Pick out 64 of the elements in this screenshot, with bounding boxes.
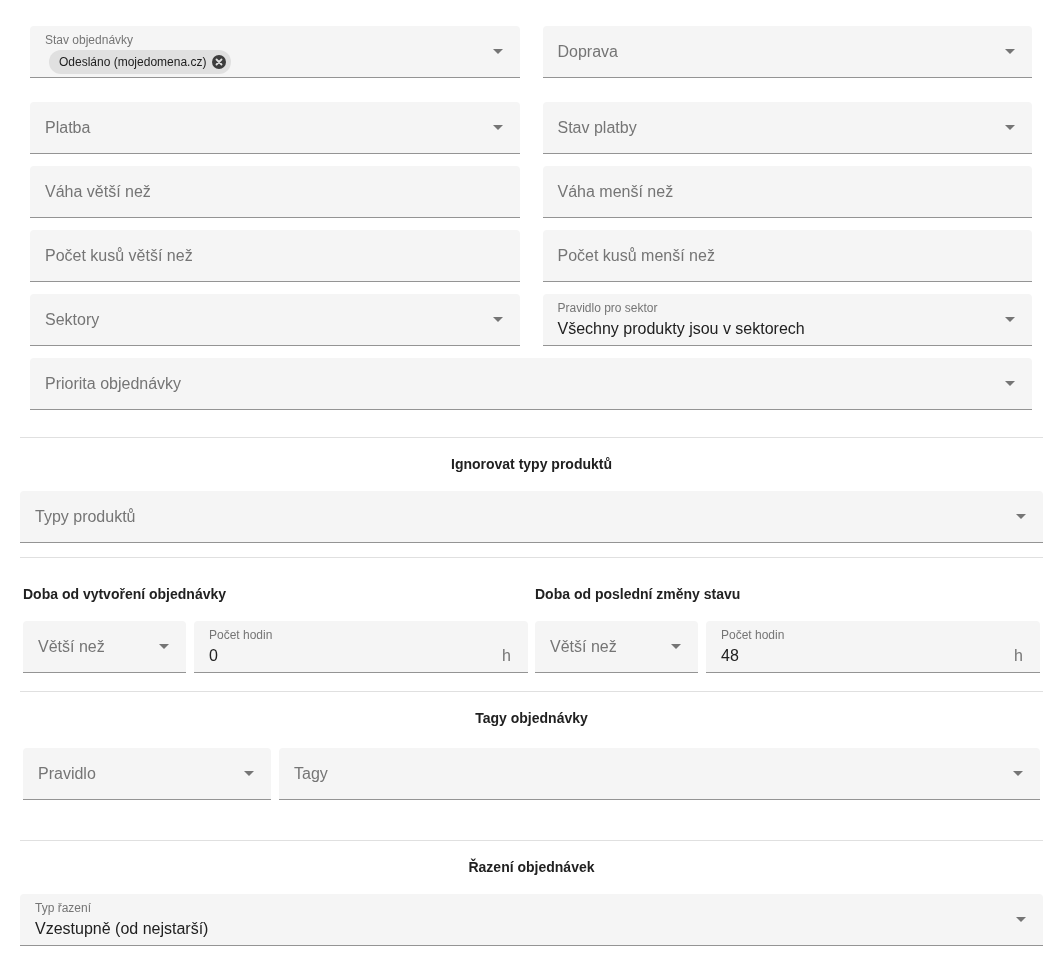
- close-icon[interactable]: [212, 55, 227, 69]
- input-field[interactable]: Počet hodin 0 h: [194, 621, 528, 673]
- field-value: Vzestupně (od nejstarší): [35, 919, 209, 939]
- dropdown-caret-icon: [671, 644, 681, 649]
- field-label: Sektory: [45, 309, 100, 330]
- dropdown-caret-icon: [159, 644, 169, 649]
- input-field[interactable]: Váha větší než: [30, 166, 520, 218]
- select-field[interactable]: Tagy: [279, 748, 1040, 800]
- field-value: 48: [721, 646, 740, 666]
- select-field[interactable]: Větší než: [535, 621, 698, 673]
- field-value: 0: [209, 646, 219, 666]
- dropdown-caret-icon: [1005, 381, 1015, 386]
- field-label: Typ řazení: [35, 901, 93, 915]
- field-label: Typy produktů: [35, 506, 136, 527]
- field-label: Pravidlo pro sektor: [557, 301, 659, 315]
- field-label: Stav objednávky: [45, 33, 135, 47]
- section-heading: Doba od vytvoření objednávky: [23, 585, 228, 604]
- dropdown-caret-icon: [1005, 317, 1015, 322]
- select-field[interactable]: Stav platby: [542, 102, 1032, 154]
- select-field[interactable]: Platba: [30, 102, 520, 154]
- select-field[interactable]: Priorita objednávky: [30, 358, 1032, 410]
- select-field[interactable]: Sektory: [30, 294, 520, 346]
- section-heading: Řazení objednávek: [467, 857, 596, 877]
- dropdown-caret-icon: [492, 317, 503, 322]
- field-label: Váha větší než: [45, 181, 151, 202]
- dropdown-caret-icon: [492, 125, 503, 130]
- field-label: Platba: [45, 117, 91, 138]
- input-field[interactable]: Váha menší než: [542, 166, 1032, 218]
- dropdown-caret-icon: [1016, 514, 1026, 519]
- select-field[interactable]: Pravidlo pro sektor Všechny produkty jsou v sektorech: [542, 294, 1032, 346]
- unit-suffix: h: [1014, 645, 1023, 666]
- field-value: Všechny produkty jsou v sektorech: [557, 319, 805, 339]
- section-heading: Tagy objednávky: [474, 709, 589, 728]
- input-field[interactable]: Počet kusů větší než: [30, 230, 520, 282]
- input-field[interactable]: Počet kusů menší než: [542, 230, 1032, 282]
- select-field[interactable]: Větší než: [23, 621, 186, 673]
- field-label: Priorita objednávky: [45, 373, 182, 394]
- select-field[interactable]: Doprava: [542, 26, 1032, 78]
- select-field[interactable]: Stav objednávky Odesláno (mojedomena.cz): [30, 26, 520, 78]
- field-label: Počet kusů větší než: [45, 245, 193, 266]
- select-field[interactable]: Typy produktů: [20, 491, 1043, 543]
- dropdown-caret-icon: [1005, 125, 1015, 130]
- field-label: Pravidlo: [38, 763, 96, 784]
- select-field[interactable]: Pravidlo: [23, 748, 271, 800]
- field-label: Počet hodin: [209, 628, 273, 642]
- field-label: Větší než: [550, 636, 617, 657]
- section-heading: Doba od poslední změny stavu: [535, 585, 742, 604]
- field-label: Doprava: [557, 41, 618, 62]
- field-label: Větší než: [38, 636, 105, 657]
- dropdown-caret-icon: [1013, 771, 1023, 776]
- field-label: Tagy: [294, 763, 328, 784]
- unit-suffix: h: [502, 645, 511, 666]
- section-heading: Ignorovat typy produktů: [450, 455, 613, 474]
- field-label: Počet kusů menší než: [557, 245, 715, 266]
- dropdown-caret-icon: [244, 771, 254, 776]
- dropdown-caret-icon: [1016, 917, 1026, 922]
- dropdown-caret-icon: [1005, 49, 1015, 54]
- field-label: Váha menší než: [557, 181, 674, 202]
- field-label: Stav platby: [557, 117, 637, 138]
- status-chip[interactable]: Odesláno (mojedomena.cz): [49, 50, 232, 74]
- dropdown-caret-icon: [492, 49, 503, 54]
- input-field[interactable]: Počet hodin 48 h: [706, 621, 1040, 673]
- select-field[interactable]: Typ řazení Vzestupně (od nejstarší): [20, 894, 1043, 946]
- field-label: Počet hodin: [721, 628, 785, 642]
